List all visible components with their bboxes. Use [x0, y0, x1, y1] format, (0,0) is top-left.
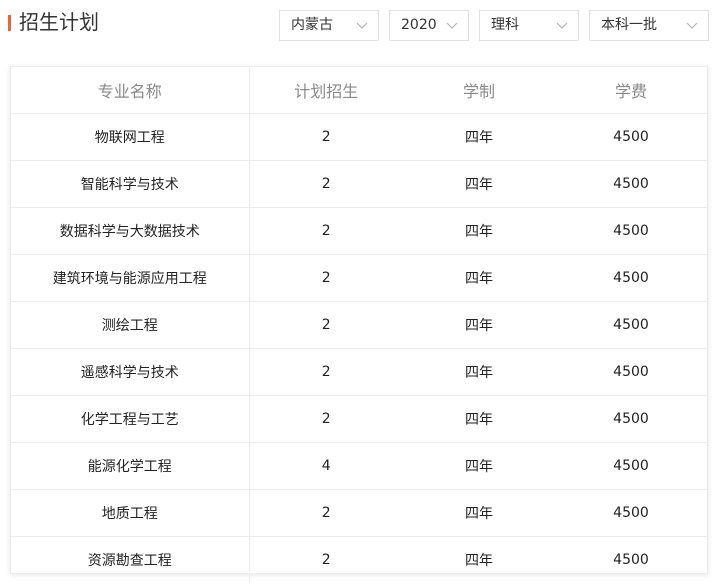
cell-major: 资源勘查工程 [11, 536, 250, 583]
table-row: 数据科学与大数据技术 2 四年 4500 [11, 207, 707, 255]
column-header-duration: 学制 [403, 67, 555, 114]
admission-plan-page: 招生计划 内蒙古 2020 理科 本科一批 专业名称 计划招生 学制 学费 物联… [0, 0, 716, 586]
cell-major: 测绘工程 [11, 301, 250, 349]
cell-duration: 四年 [403, 348, 555, 396]
cell-major: 数据科学与大数据技术 [11, 207, 250, 255]
cell-plan: 2 [249, 348, 403, 396]
cell-plan: 4 [249, 442, 403, 490]
cell-duration: 四年 [403, 301, 555, 349]
cell-duration: 四年 [403, 395, 555, 443]
year-select-value: 2020 [401, 17, 437, 33]
table-row: 能源化学工程 4 四年 4500 [11, 442, 707, 490]
table-row: 资源勘查工程 2 四年 4500 [11, 536, 707, 583]
chevron-down-icon [446, 22, 458, 29]
cell-duration: 四年 [403, 254, 555, 302]
cell-plan: 2 [249, 207, 403, 255]
column-header-major: 专业名称 [11, 67, 250, 114]
batch-select-value: 本科一批 [601, 17, 657, 33]
admission-plan-table: 专业名称 计划招生 学制 学费 物联网工程 2 四年 4500 智能科学与技术 … [11, 67, 707, 583]
chevron-down-icon [686, 22, 698, 29]
header: 招生计划 内蒙古 2020 理科 本科一批 [0, 0, 716, 50]
cell-major: 地质工程 [11, 489, 250, 537]
cell-plan: 2 [321, 552, 331, 568]
cell-plan: 2 [249, 113, 403, 161]
table-row: 测绘工程 2 四年 4500 [11, 301, 707, 349]
cell-plan: 2 [249, 254, 403, 302]
table-row: 化学工程与工艺 2 四年 4500 [11, 395, 707, 443]
cell-tuition: 4500 [555, 160, 707, 208]
cell-tuition: 4500 [555, 395, 707, 443]
cell-major: 能源化学工程 [11, 442, 250, 490]
subject-select[interactable]: 理科 [479, 10, 579, 41]
cell-tuition: 4500 [555, 348, 707, 396]
cell-plan: 2 [249, 395, 403, 443]
province-select-value: 内蒙古 [291, 17, 333, 33]
cell-duration: 四年 [403, 489, 555, 537]
cell-major: 遥感科学与技术 [11, 348, 250, 396]
chevron-down-icon [556, 22, 568, 29]
cell-major: 智能科学与技术 [11, 160, 250, 208]
cell-major: 物联网工程 [11, 113, 250, 161]
cell-duration: 四年 [403, 113, 555, 161]
column-header-tuition: 学费 [555, 67, 707, 114]
cell-tuition: 4500 [555, 254, 707, 302]
table-row: 地质工程 2 四年 4500 [11, 489, 707, 537]
chevron-down-icon [356, 22, 368, 29]
cell-major: 化学工程与工艺 [11, 395, 250, 443]
batch-select[interactable]: 本科一批 [589, 10, 709, 41]
table-row: 智能科学与技术 2 四年 4500 [11, 160, 707, 208]
cell-tuition: 4500 [555, 442, 707, 490]
cell-tuition: 4500 [555, 113, 707, 161]
cell-plan: 2 [249, 160, 403, 208]
cell-duration: 四年 [465, 553, 493, 569]
page-title: 招生计划 [19, 10, 99, 34]
cell-tuition: 4500 [555, 207, 707, 255]
table-row: 物联网工程 2 四年 4500 [11, 113, 707, 161]
cell-tuition: 4500 [555, 489, 707, 537]
table-header-row: 专业名称 计划招生 学制 学费 [11, 67, 707, 114]
table-row: 建筑环境与能源应用工程 2 四年 4500 [11, 254, 707, 302]
table-row: 遥感科学与技术 2 四年 4500 [11, 348, 707, 396]
cell-tuition: 4500 [555, 301, 707, 349]
province-select[interactable]: 内蒙古 [279, 10, 379, 41]
cell-tuition: 4500 [613, 552, 649, 568]
cell-duration: 四年 [403, 442, 555, 490]
column-header-plan: 计划招生 [249, 67, 403, 114]
subject-select-value: 理科 [491, 17, 519, 33]
cell-duration: 四年 [403, 207, 555, 255]
year-select[interactable]: 2020 [389, 10, 469, 41]
title-accent-bar [8, 15, 11, 31]
cell-major: 建筑环境与能源应用工程 [11, 254, 250, 302]
cell-duration: 四年 [403, 160, 555, 208]
admission-plan-table-card: 专业名称 计划招生 学制 学费 物联网工程 2 四年 4500 智能科学与技术 … [10, 66, 708, 583]
cell-plan: 2 [249, 489, 403, 537]
cell-plan: 2 [249, 301, 403, 349]
